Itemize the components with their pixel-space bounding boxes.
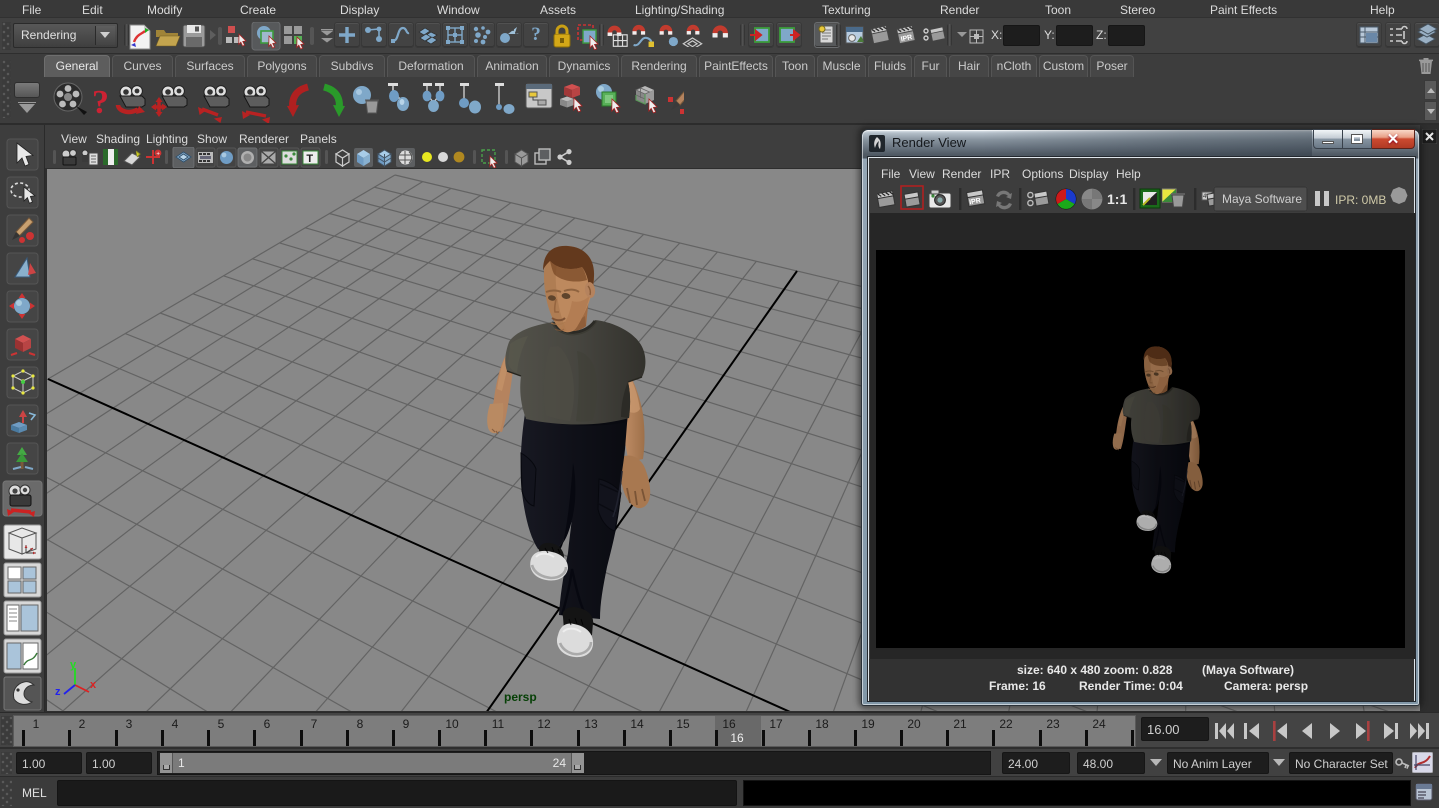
svg-text:IPR: 0MB: IPR: 0MB [1335, 193, 1386, 207]
svg-text:y: y [70, 659, 77, 671]
svg-text:T: T [306, 153, 313, 165]
svg-text:z: z [55, 686, 61, 698]
svg-text:1:1: 1:1 [1107, 191, 1127, 207]
svg-text:IPR: IPR [900, 34, 913, 43]
svg-text:+: + [156, 152, 160, 158]
svg-text:x: x [90, 679, 97, 691]
svg-text:Maya Software: Maya Software [1222, 192, 1302, 206]
svg-text:persp: persp [504, 690, 537, 704]
svg-text:?: ? [92, 84, 109, 121]
